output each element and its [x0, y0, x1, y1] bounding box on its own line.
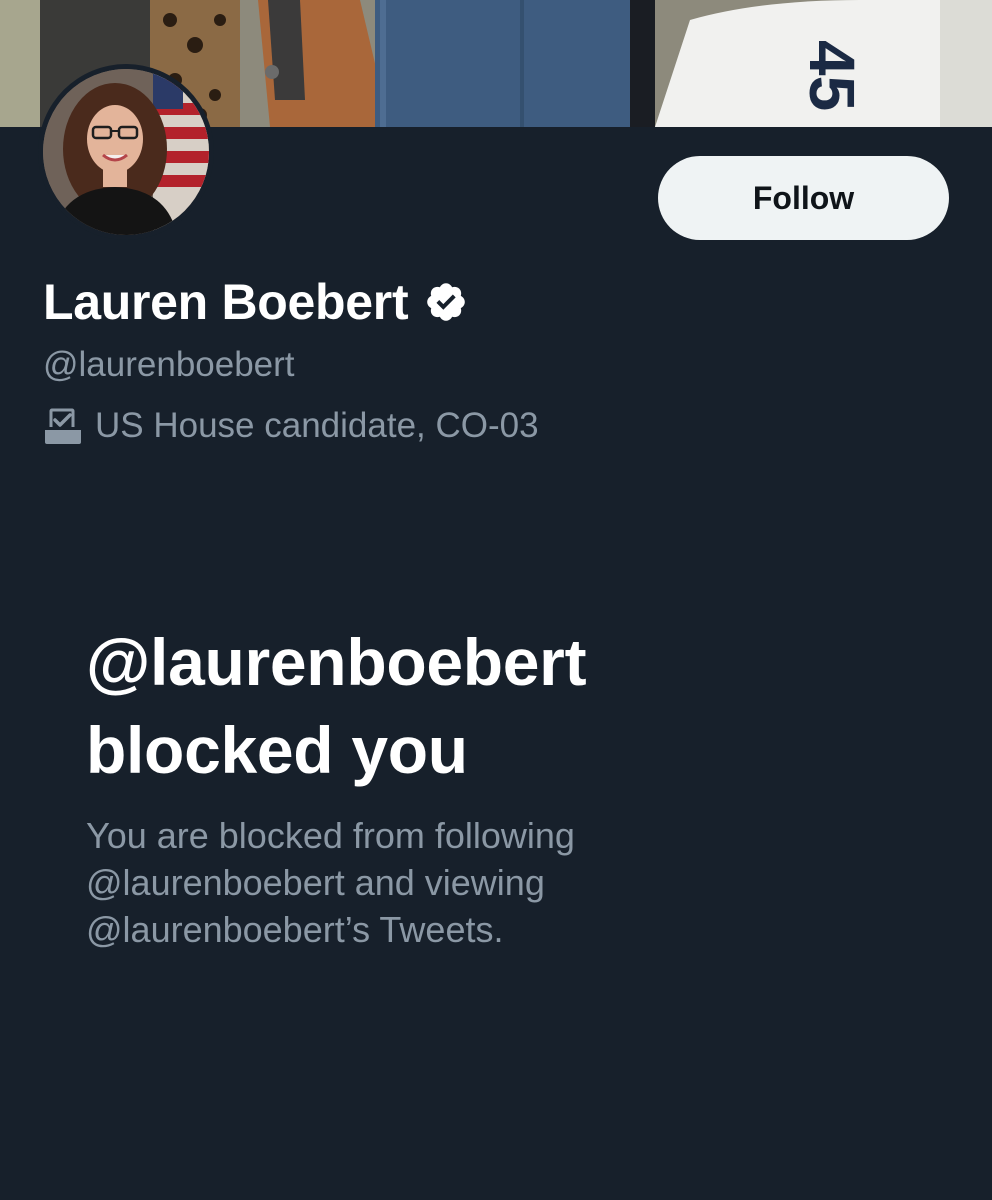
profile-bio: US House candidate, CO-03: [95, 406, 539, 445]
blocked-description-line: You are blocked from following: [86, 815, 575, 856]
blocked-title-text: blocked you: [86, 713, 468, 787]
blocked-description-line: @laurenboebert’s Tweets.: [86, 909, 504, 950]
profile-name-row: Lauren Boebert: [43, 270, 468, 334]
display-name: Lauren Boebert: [43, 274, 409, 330]
avatar[interactable]: [43, 69, 209, 235]
blocked-description: You are blocked from following @laurenbo…: [86, 812, 886, 953]
ballot-box-icon: [43, 406, 83, 446]
avatar-image: [43, 69, 209, 235]
blocked-title-handle: @laurenboebert: [86, 625, 587, 699]
follow-button[interactable]: Follow: [658, 156, 949, 240]
blocked-title: @laurenboebert blocked you: [86, 618, 866, 794]
verified-badge-icon[interactable]: [424, 280, 468, 324]
profile-handle: @laurenboebert: [43, 345, 295, 384]
banner-cap-number: 45: [796, 40, 868, 111]
avatar-ring: [38, 64, 214, 240]
blocked-description-line: @laurenboebert and viewing: [86, 862, 545, 903]
profile-bio-row: US House candidate, CO-03: [43, 406, 539, 446]
